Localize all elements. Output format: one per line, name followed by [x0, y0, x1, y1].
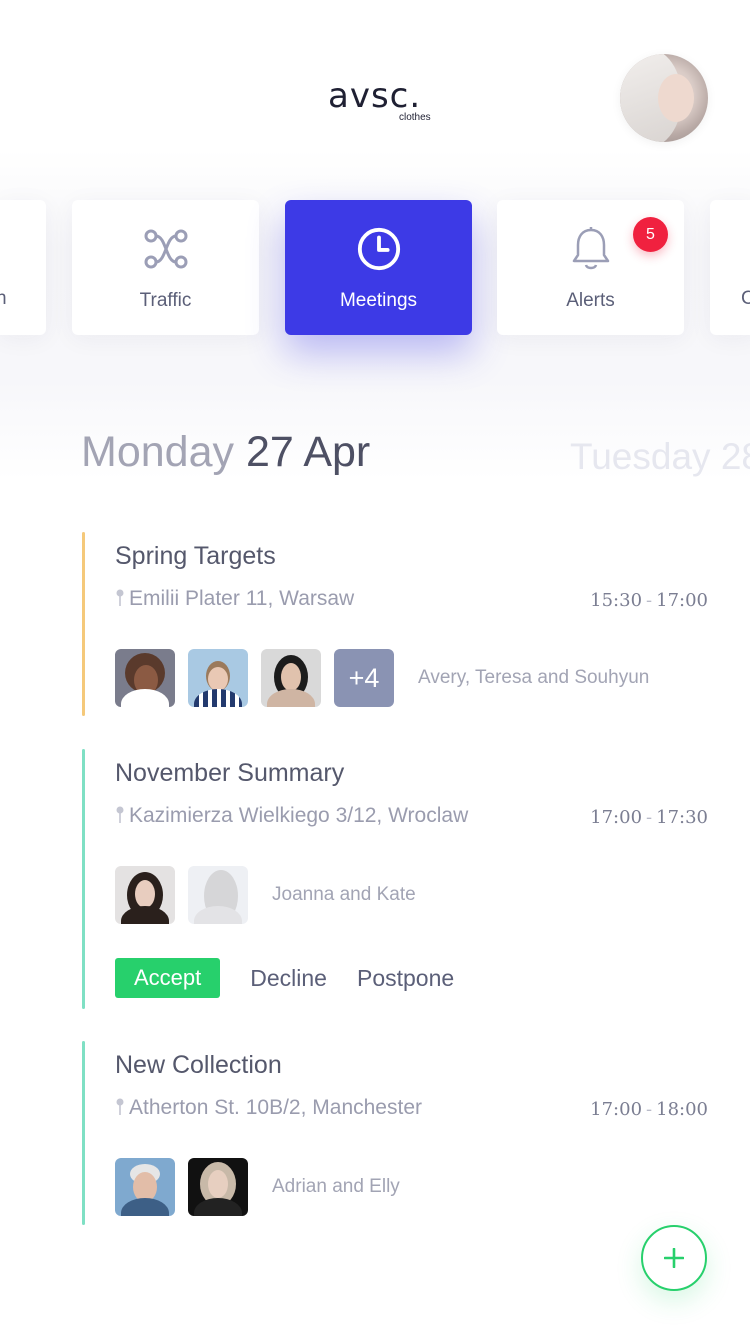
day-date: 27 Apr — [245, 428, 371, 476]
attendee-names: Adrian and Elly — [272, 1176, 400, 1197]
plus-icon — [664, 1248, 684, 1268]
tab-meetings[interactable]: Meetings — [285, 200, 472, 335]
event-accent-bar — [82, 1041, 85, 1225]
alerts-count-badge: 5 — [633, 217, 668, 252]
event-time-start: 15:30 — [590, 590, 643, 611]
event-time: 17:00-18:00 — [590, 1099, 708, 1120]
avatar[interactable] — [261, 649, 321, 707]
event-time: 17:00-17:30 — [590, 807, 708, 828]
event-card-new-collection[interactable]: New Collection Atherton St. 10B/2, Manch… — [82, 1041, 722, 1225]
logo-sub-text: clothes — [399, 112, 431, 123]
pin-icon — [115, 1098, 125, 1122]
tab-partial-right[interactable]: C — [710, 200, 750, 335]
tab-meetings-label: Meetings — [339, 290, 418, 311]
avatar[interactable] — [188, 649, 248, 707]
decline-button[interactable]: Decline — [250, 965, 327, 992]
pin-icon — [115, 589, 125, 613]
tab-partial-left[interactable]: n — [0, 200, 46, 335]
accept-button[interactable]: Accept — [115, 958, 221, 998]
add-event-button[interactable] — [641, 1225, 707, 1291]
event-location: Atherton St. 10B/2, Manchester — [115, 1096, 422, 1122]
tab-traffic[interactable]: Traffic — [72, 200, 259, 335]
event-location-text: Atherton St. 10B/2, Manchester — [129, 1096, 422, 1119]
event-accent-bar — [82, 532, 85, 716]
avatar[interactable] — [188, 1158, 248, 1216]
event-location: Emilii Plater 11, Warsaw — [115, 587, 354, 613]
event-title: New Collection — [115, 1051, 282, 1079]
day-header: Monday 27 Apr — [81, 428, 370, 477]
attendees-row: Adrian and Elly — [115, 1157, 400, 1217]
attendees-row: +4 Avery, Teresa and Souhyun — [115, 648, 649, 708]
avatar[interactable] — [115, 866, 175, 924]
tab-alerts-label: Alerts — [566, 290, 615, 311]
attendee-names: Joanna and Kate — [272, 884, 416, 905]
pin-icon — [115, 806, 125, 830]
event-time: 15:30-17:00 — [590, 590, 708, 611]
event-location-text: Kazimierza Wielkiego 3/12, Wroclaw — [129, 804, 469, 827]
avatar[interactable] — [115, 649, 175, 707]
profile-avatar[interactable] — [620, 54, 708, 142]
event-card-november-summary[interactable]: November Summary Kazimierza Wielkiego 3/… — [82, 749, 722, 1009]
event-time-end: 17:30 — [656, 807, 708, 828]
event-title: Spring Targets — [115, 542, 276, 570]
event-time-end: 17:00 — [656, 590, 708, 611]
logo-main-text: avsc. — [328, 76, 422, 116]
event-time-start: 17:00 — [590, 807, 643, 828]
more-attendees-chip[interactable]: +4 — [334, 649, 394, 707]
day-name: Monday — [81, 428, 234, 476]
category-tabs: n Traffic Meetings Alerts 5 C — [0, 200, 750, 336]
attendees-row: Joanna and Kate — [115, 865, 416, 925]
event-card-spring-targets[interactable]: Spring Targets Emilii Plater 11, Warsaw … — [82, 532, 722, 716]
event-time-start: 17:00 — [590, 1099, 643, 1120]
invite-actions: Accept Decline Postpone — [115, 958, 454, 998]
tab-alerts[interactable]: Alerts 5 — [497, 200, 684, 335]
avatar[interactable] — [188, 866, 248, 924]
brand-logo: avsc. clothes — [328, 76, 438, 128]
tab-traffic-label: Traffic — [139, 290, 192, 311]
postpone-button[interactable]: Postpone — [357, 965, 454, 992]
avatar[interactable] — [115, 1158, 175, 1216]
event-accent-bar — [82, 749, 85, 1009]
event-location: Kazimierza Wielkiego 3/12, Wroclaw — [115, 804, 468, 830]
tab-partial-left-label: n — [0, 288, 7, 309]
tab-partial-right-label: C — [741, 288, 750, 309]
bell-icon — [568, 226, 614, 272]
event-title: November Summary — [115, 759, 345, 787]
attendee-names: Avery, Teresa and Souhyun — [418, 667, 650, 688]
event-time-end: 18:00 — [656, 1099, 708, 1120]
next-day-header[interactable]: Tuesday 28 — [570, 436, 750, 478]
event-location-text: Emilii Plater 11, Warsaw — [129, 587, 355, 610]
clock-icon — [356, 226, 402, 272]
route-icon — [143, 226, 189, 272]
